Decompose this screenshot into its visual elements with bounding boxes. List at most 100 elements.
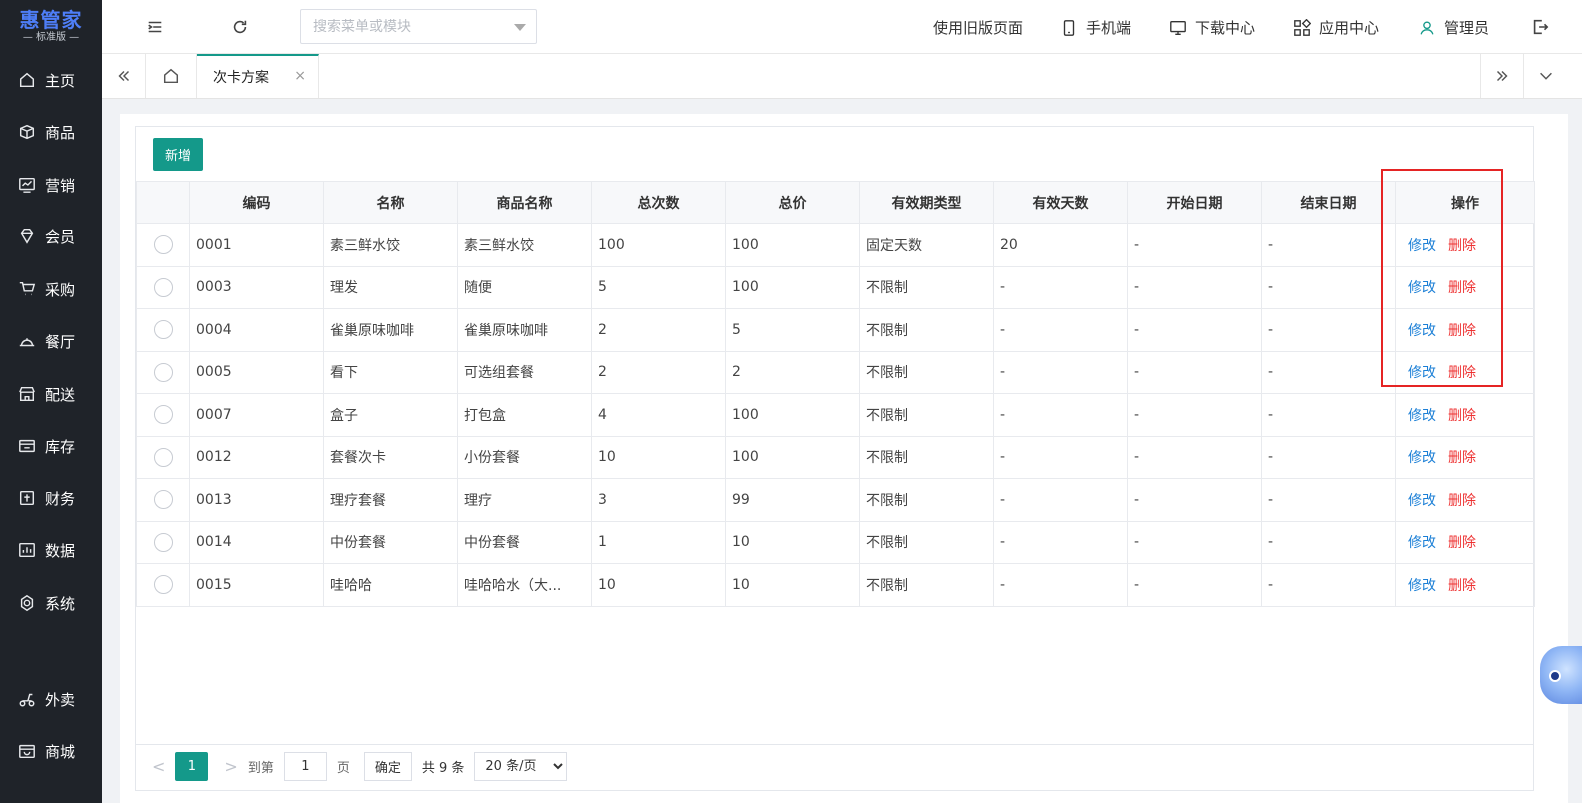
delete-link[interactable]: 删除 [1448, 578, 1476, 594]
sidebar-item-7[interactable]: 库存 [0, 426, 102, 466]
cell-times: 3 [591, 478, 726, 522]
cell-product: 小份套餐 [457, 435, 592, 479]
cell-code: 0014 [189, 520, 324, 564]
table-row[interactable]: 0012 套餐次卡 小份套餐 10 100 不限制 - - - 修改 删除 [136, 435, 1535, 479]
tabs-scroll-left-button[interactable] [102, 54, 146, 98]
cell-price: 10 [725, 520, 860, 564]
table-header-row: 编码 名称 商品名称 总次数 总价 有效期类型 有效天数 开始日期 结束日期 操作 [136, 181, 1535, 224]
table-row[interactable]: 0015 哇哈哈 哇哈哈水（大... 10 10 不限制 - - - 修改 删除 [136, 563, 1535, 607]
mobile-link[interactable]: 手机端 [1060, 17, 1131, 38]
table-row[interactable]: 0003 理发 随便 5 100 不限制 - - - 修改 删除 [136, 265, 1535, 309]
sidebar-item-1[interactable]: 商品 [0, 112, 102, 152]
sidebar-item-11[interactable]: 外卖 [0, 679, 102, 719]
delete-link[interactable]: 删除 [1448, 323, 1476, 339]
logout-button[interactable] [1530, 17, 1550, 37]
add-button[interactable]: 新增 [153, 138, 203, 171]
user-icon [1420, 20, 1434, 35]
menu-fold-icon [148, 21, 162, 33]
sidebar-item-2[interactable]: 营销 [0, 165, 102, 205]
edit-link[interactable]: 修改 [1408, 408, 1436, 424]
goto-confirm-button[interactable]: 确定 [363, 752, 412, 781]
cell-actions: 修改 删除 [1395, 308, 1535, 352]
sidebar-item-3[interactable]: 会员 [0, 216, 102, 256]
edit-link[interactable]: 修改 [1408, 578, 1436, 594]
table-row[interactable]: 0013 理疗套餐 理疗 3 99 不限制 - - - 修改 删除 [136, 478, 1535, 522]
menu-search-select[interactable] [300, 9, 537, 44]
row-radio[interactable] [153, 277, 173, 297]
cell-actions: 修改 删除 [1395, 393, 1535, 437]
brand-logo[interactable]: 惠管家 — 标准版 — [0, 0, 102, 54]
sidebar-item-10[interactable]: 系统 [0, 583, 102, 623]
tabs-menu-button[interactable] [1524, 54, 1568, 98]
sidebar-item-5[interactable]: 餐厅 [0, 321, 102, 361]
row-radio[interactable] [153, 405, 173, 425]
column-header: 名称 [323, 181, 458, 224]
tabs-scroll-right-button[interactable] [1480, 54, 1524, 98]
delete-link[interactable]: 删除 [1448, 450, 1476, 466]
cell-start: - [1127, 563, 1262, 607]
menu-toggle-button[interactable] [145, 17, 165, 37]
delete-link[interactable]: 删除 [1448, 535, 1476, 551]
table-row[interactable]: 0007 盒子 打包盒 4 100 不限制 - - - 修改 删除 [136, 393, 1535, 437]
table-row[interactable]: 0001 素三鲜水饺 素三鲜水饺 100 100 固定天数 20- - 修改 删除 [136, 223, 1535, 267]
sidebar-item-8[interactable]: 财务 [0, 478, 102, 518]
assistant-float-button[interactable] [1540, 646, 1582, 704]
cell-days: - [993, 308, 1128, 352]
edit-link[interactable]: 修改 [1408, 365, 1436, 381]
next-page-button[interactable]: > [224, 757, 237, 776]
cell-name: 雀巢原味咖啡 [323, 308, 458, 352]
row-radio[interactable] [153, 235, 173, 255]
row-radio[interactable] [153, 575, 173, 595]
sidebar-item-9[interactable]: 数据 [0, 530, 102, 570]
cell-times: 2 [591, 350, 726, 394]
table-panel: 新增 编码 名称 商品名称 总次数 总价 有效期类型 有效天数 开始日期 结束日期 操作 0001… [135, 126, 1535, 791]
page-number-current[interactable]: 1 [175, 752, 209, 781]
delete-link[interactable]: 删除 [1448, 238, 1476, 254]
cell-start: - [1127, 435, 1262, 479]
delete-link[interactable]: 删除 [1448, 493, 1476, 509]
row-radio[interactable] [153, 490, 173, 510]
search-input[interactable] [313, 18, 503, 35]
tab-count-card-plan[interactable]: 次卡方案 × [197, 54, 319, 98]
edit-link[interactable]: 修改 [1408, 238, 1436, 254]
goto-page-input[interactable] [283, 752, 327, 781]
edit-link[interactable]: 修改 [1408, 280, 1436, 296]
edit-link[interactable]: 修改 [1408, 450, 1436, 466]
edit-link[interactable]: 修改 [1408, 493, 1436, 509]
delete-link[interactable]: 删除 [1448, 365, 1476, 381]
table-row[interactable]: 0004 雀巢原味咖啡 雀巢原味咖啡 2 5 不限制 - - - 修改 删除 [136, 308, 1535, 352]
cell-validity_type: 固定天数 [859, 223, 994, 267]
sidebar-item-0[interactable]: 主页 [0, 60, 102, 100]
old-version-link[interactable]: 使用旧版页面 [933, 17, 1023, 38]
refresh-button[interactable] [230, 17, 250, 37]
sidebar-item-4[interactable]: 采购 [0, 269, 102, 309]
chevron-down-icon[interactable] [514, 24, 526, 31]
cell-days: - [993, 350, 1128, 394]
sidebar-item-12[interactable]: 商城 [0, 731, 102, 771]
edit-link[interactable]: 修改 [1408, 535, 1436, 551]
delete-link[interactable]: 删除 [1448, 280, 1476, 296]
row-radio[interactable] [153, 320, 173, 340]
select-column-header [136, 181, 190, 224]
sidebar-item-6[interactable]: 配送 [0, 374, 102, 414]
tab-home[interactable] [146, 54, 197, 98]
column-header: 总次数 [591, 181, 726, 224]
cell-name: 中份套餐 [323, 520, 458, 564]
close-icon[interactable]: × [294, 68, 306, 84]
prev-page-button[interactable]: < [152, 757, 165, 776]
app-center-link[interactable]: 应用中心 [1293, 17, 1379, 38]
table-row[interactable]: 0014 中份套餐 中份套餐 1 10 不限制 - - - 修改 删除 [136, 520, 1535, 564]
table-row[interactable]: 0005 看下 可选组套餐 2 2 不限制 - - - 修改 删除 [136, 350, 1535, 394]
row-radio[interactable] [153, 447, 173, 467]
download-center-link[interactable]: 下载中心 [1169, 17, 1255, 38]
cell-times: 1 [591, 520, 726, 564]
row-radio[interactable] [153, 362, 173, 382]
row-radio[interactable] [153, 532, 173, 552]
user-menu[interactable]: 管理员 [1418, 17, 1489, 38]
edit-link[interactable]: 修改 [1408, 323, 1436, 339]
cell-code: 0001 [189, 223, 324, 267]
delete-link[interactable]: 删除 [1448, 408, 1476, 424]
cell-actions: 修改 删除 [1395, 265, 1535, 309]
page-size-select[interactable]: 20 条/页 [474, 752, 568, 781]
cell-product: 哇哈哈水（大... [457, 563, 592, 607]
